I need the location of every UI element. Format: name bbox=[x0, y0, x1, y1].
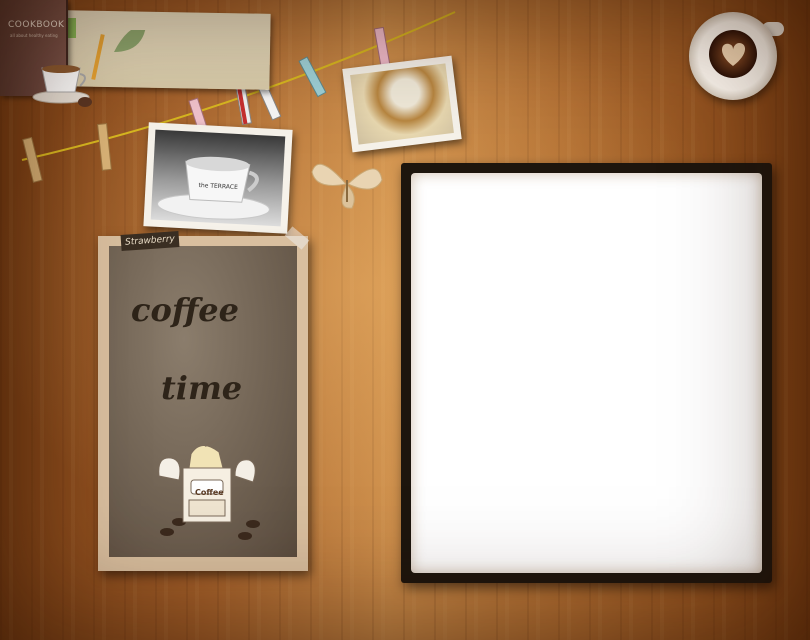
pencil-icon bbox=[91, 34, 105, 80]
blank-photo-frame bbox=[401, 163, 772, 583]
photo-placeholder bbox=[411, 173, 762, 573]
coffee-cup-photo: the TERRACE bbox=[143, 122, 293, 234]
latte-mug bbox=[689, 12, 777, 100]
leaf-icon bbox=[114, 30, 146, 52]
coffee-cup-icon bbox=[32, 65, 90, 104]
cookbook-title: COOKBOOK bbox=[8, 20, 65, 30]
grinder-label: Coffee bbox=[195, 488, 224, 497]
card-panel: coffee time Coffee bbox=[109, 246, 297, 557]
card-title-coffee: coffee bbox=[131, 291, 240, 329]
note-decorations bbox=[32, 30, 146, 107]
chocolate-icon bbox=[78, 97, 92, 107]
heart-latte-icon bbox=[709, 30, 757, 78]
card-title-time: time bbox=[161, 369, 243, 407]
coffee-time-card: coffee time Coffee bbox=[98, 236, 308, 571]
dog-photo bbox=[342, 55, 462, 153]
butterfly-icon bbox=[311, 163, 383, 209]
